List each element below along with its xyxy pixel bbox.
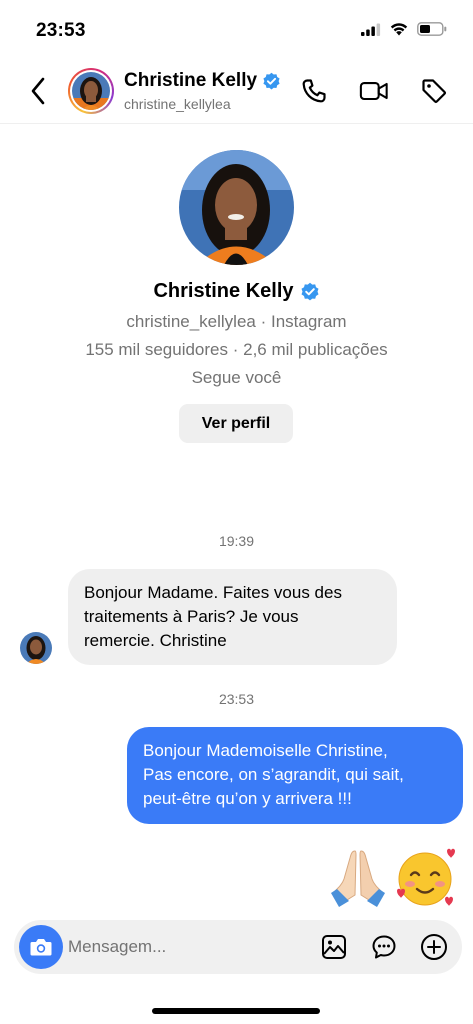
phone-icon <box>302 79 326 103</box>
sticker-icon <box>372 935 396 959</box>
header-name: Christine Kelly <box>124 70 258 91</box>
video-icon <box>359 82 388 100</box>
avatar-photo <box>20 632 52 664</box>
audio-call-button[interactable] <box>299 76 329 106</box>
status-bar: 23:53 <box>0 0 473 58</box>
header-actions <box>299 76 449 106</box>
gallery-button[interactable] <box>320 933 348 961</box>
cellular-signal-icon <box>361 23 381 36</box>
sticker-button[interactable] <box>370 933 398 961</box>
smiling-face-with-hearts-icon <box>397 848 455 906</box>
follows-you-label: Segue você <box>191 368 282 387</box>
outgoing-message-bubble[interactable]: Bonjour Mademoiselle Christine, Pas enco… <box>127 727 463 824</box>
verified-badge-icon <box>301 282 319 300</box>
video-call-button[interactable] <box>359 76 389 106</box>
header-name-row[interactable]: Christine Kelly <box>124 70 281 92</box>
message-line: Bonjour Mademoiselle Christine, <box>143 741 388 760</box>
chat-header: Christine Kelly christine_kellylea <box>0 58 473 124</box>
message-timestamp: 23:53 <box>218 691 255 707</box>
message-line: peut-être qu’on y arrivera !!! <box>143 789 352 808</box>
profile-stats: 155 mil seguidores · 2,6 mil publicações <box>85 340 388 359</box>
camera-button[interactable] <box>19 925 63 969</box>
profile-name: Christine Kelly <box>153 280 294 302</box>
message-timestamp: 19:39 <box>218 533 255 549</box>
back-button[interactable] <box>24 76 52 106</box>
status-time: 23:53 <box>36 20 86 41</box>
message-composer <box>14 920 462 974</box>
profile-photo-image <box>179 150 294 265</box>
plus-circle-icon <box>421 934 447 960</box>
composer-actions <box>320 933 448 961</box>
praying-hands-icon <box>331 850 385 907</box>
profile-photo[interactable] <box>179 150 294 265</box>
header-avatar[interactable] <box>68 68 114 114</box>
avatar-photo <box>72 72 110 110</box>
incoming-message-bubble[interactable]: Bonjour Madame. Faites vous des traiteme… <box>68 569 397 665</box>
wifi-icon <box>390 23 408 36</box>
message-line: traitements à Paris? Je vous <box>84 607 299 626</box>
home-indicator[interactable] <box>152 1008 320 1014</box>
battery-icon <box>417 22 447 36</box>
profile-name-row: Christine Kelly <box>0 280 473 303</box>
profile-subtitle: christine_kellylea · Instagram <box>126 312 347 331</box>
tag-button[interactable] <box>419 76 449 106</box>
camera-icon <box>30 939 52 956</box>
gallery-icon <box>322 935 346 959</box>
message-line: remercie. Christine <box>84 631 227 650</box>
header-username: christine_kellylea <box>124 96 231 112</box>
verified-badge-icon <box>263 72 280 89</box>
message-line: Bonjour Madame. Faites vous des <box>84 583 342 602</box>
sender-avatar[interactable] <box>20 632 52 664</box>
more-options-button[interactable] <box>420 933 448 961</box>
status-icons <box>361 22 447 36</box>
emoji-message[interactable] <box>325 845 459 909</box>
view-profile-button[interactable]: Ver perfil <box>179 404 293 443</box>
back-arrow-icon <box>31 77 45 105</box>
message-line: Pas encore, on s’agrandit, qui sait, <box>143 765 404 784</box>
tag-icon <box>422 79 446 103</box>
message-input[interactable] <box>68 933 288 961</box>
